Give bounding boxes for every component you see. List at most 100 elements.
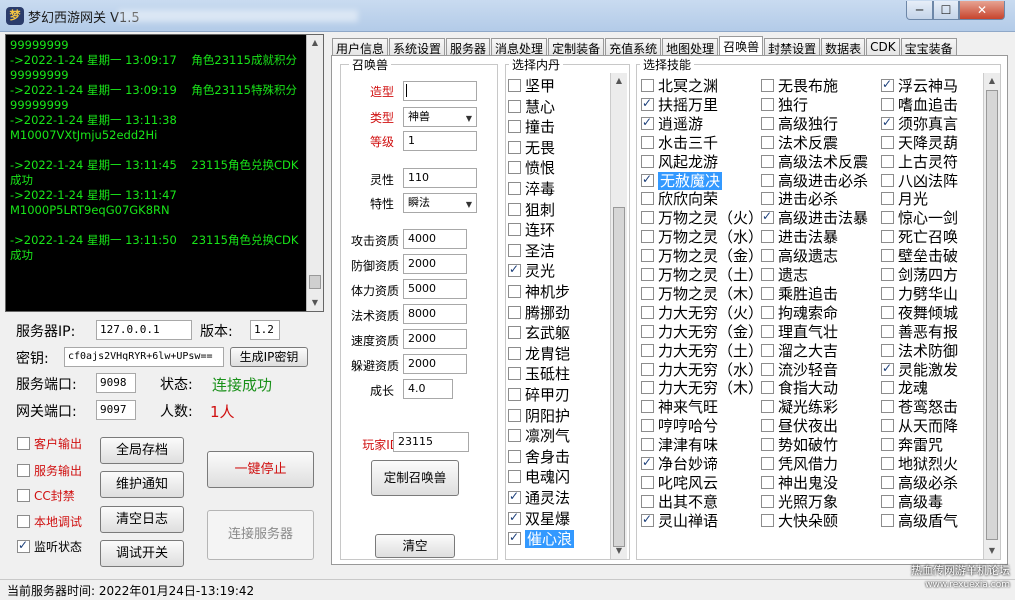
- checkbox-icon[interactable]: [881, 361, 894, 376]
- checkbox-icon[interactable]: [17, 464, 30, 477]
- checkbox-icon[interactable]: [881, 211, 894, 225]
- spirit-input[interactable]: 110: [403, 168, 477, 188]
- checkbox-icon[interactable]: [761, 209, 774, 225]
- checkbox-icon[interactable]: [17, 515, 30, 528]
- checkbox-icon[interactable]: [508, 429, 521, 443]
- list-item[interactable]: 苍鸾怒击: [881, 396, 958, 416]
- list-item[interactable]: 力大无穷（水）: [641, 359, 763, 379]
- list-item[interactable]: 善恶有报: [881, 321, 958, 341]
- list-item[interactable]: 遗志: [761, 264, 808, 284]
- checkbox-icon[interactable]: [881, 475, 894, 489]
- checkbox-icon[interactable]: [508, 305, 521, 319]
- list-item[interactable]: 圣洁: [508, 240, 555, 260]
- checkbox-icon[interactable]: [641, 343, 654, 357]
- list-item[interactable]: 力劈华山: [881, 283, 958, 303]
- checkbox-icon[interactable]: [761, 419, 774, 433]
- checkbox-icon[interactable]: [17, 538, 30, 553]
- list-item[interactable]: 法术防御: [881, 340, 958, 360]
- checkbox-icon[interactable]: [641, 475, 654, 489]
- neidan-scrollbar[interactable]: ▲ ▼: [610, 73, 627, 559]
- list-item[interactable]: 大快朵颐: [761, 510, 838, 530]
- list-item[interactable]: 电魂闪: [508, 466, 570, 486]
- checkbox-icon[interactable]: [641, 362, 654, 376]
- checkbox-icon[interactable]: [508, 223, 521, 237]
- option-checkbox[interactable]: 客户输出: [17, 435, 82, 452]
- list-item[interactable]: 万物之灵（木）: [641, 283, 763, 303]
- checkbox-icon[interactable]: [508, 530, 521, 546]
- list-item[interactable]: 高级毒: [881, 491, 943, 511]
- list-item[interactable]: 死亡召唤: [881, 226, 958, 246]
- scroll-thumb[interactable]: [309, 275, 321, 289]
- checkbox-icon[interactable]: [508, 326, 521, 340]
- list-item[interactable]: 玉砥柱: [508, 363, 570, 383]
- checkbox-icon[interactable]: [508, 120, 521, 134]
- list-item[interactable]: 神来气旺: [641, 396, 718, 416]
- list-item[interactable]: 高级法术反震: [761, 151, 868, 171]
- checkbox-icon[interactable]: [761, 79, 774, 92]
- checkbox-icon[interactable]: [761, 513, 774, 527]
- list-item[interactable]: 食指大动: [761, 377, 838, 397]
- checkbox-icon[interactable]: [761, 230, 774, 244]
- list-item[interactable]: 进击法暴: [761, 226, 838, 246]
- checkbox-icon[interactable]: [641, 438, 654, 452]
- speed-aptitude-input[interactable]: 2000: [403, 329, 467, 349]
- list-item[interactable]: 高级独行: [761, 113, 838, 133]
- checkbox-icon[interactable]: [641, 192, 654, 206]
- option-checkbox[interactable]: CC封禁: [17, 487, 75, 504]
- checkbox-icon[interactable]: [881, 400, 894, 414]
- growth-input[interactable]: 4.0: [403, 379, 453, 399]
- checkbox-icon[interactable]: [881, 286, 894, 300]
- list-item[interactable]: 神出鬼没: [761, 472, 838, 492]
- checkbox-icon[interactable]: [761, 494, 774, 508]
- list-item[interactable]: 进击必杀: [761, 188, 838, 208]
- list-item[interactable]: 势如破竹: [761, 434, 838, 454]
- list-item[interactable]: 月光: [881, 188, 928, 208]
- checkbox-icon[interactable]: [508, 161, 521, 175]
- connect-server-button[interactable]: 连接服务器: [207, 510, 314, 560]
- checkbox-icon[interactable]: [761, 305, 774, 319]
- checkbox-icon[interactable]: [761, 343, 774, 357]
- generate-key-button[interactable]: 生成IP密钥: [230, 347, 308, 367]
- checkbox-icon[interactable]: [881, 268, 894, 281]
- checkbox-icon[interactable]: [881, 192, 894, 206]
- checkbox-icon[interactable]: [508, 388, 521, 401]
- checkbox-icon[interactable]: [641, 79, 654, 92]
- checkbox-icon[interactable]: [641, 249, 654, 263]
- save-all-button[interactable]: 全局存档: [100, 437, 184, 464]
- list-item[interactable]: 腾挪劲: [508, 302, 570, 322]
- checkbox-icon[interactable]: [508, 285, 521, 298]
- option-checkbox[interactable]: 本地调试: [17, 513, 82, 530]
- checkbox-icon[interactable]: [881, 513, 894, 527]
- list-item[interactable]: 高级必杀: [881, 472, 958, 492]
- checkbox-icon[interactable]: [761, 457, 774, 470]
- list-item[interactable]: 理直气壮: [761, 321, 838, 341]
- dodge-aptitude-input[interactable]: 2000: [403, 354, 467, 374]
- list-item[interactable]: 溜之大吉: [761, 340, 838, 360]
- list-item[interactable]: 灵能激发: [881, 359, 958, 379]
- list-item[interactable]: 须弥真言: [881, 113, 958, 133]
- checkbox-icon[interactable]: [881, 135, 894, 149]
- gateway-port-input[interactable]: 9097: [96, 400, 136, 420]
- list-item[interactable]: 剑荡四方: [881, 264, 958, 284]
- defense-aptitude-input[interactable]: 2000: [403, 254, 467, 274]
- checkbox-icon[interactable]: [508, 367, 521, 381]
- list-item[interactable]: 凛冽气: [508, 425, 570, 445]
- checkbox-icon[interactable]: [761, 286, 774, 300]
- checkbox-icon[interactable]: [641, 381, 654, 395]
- list-item[interactable]: 无畏布施: [761, 75, 838, 95]
- list-item[interactable]: 法术反震: [761, 132, 838, 152]
- list-item[interactable]: 浮云神马: [881, 75, 958, 95]
- list-item[interactable]: 力大无穷（金）: [641, 321, 763, 341]
- list-item[interactable]: 龙魂: [881, 377, 928, 397]
- checkbox-icon[interactable]: [881, 494, 894, 508]
- checkbox-icon[interactable]: [761, 154, 774, 168]
- checkbox-icon[interactable]: [881, 249, 894, 263]
- list-item[interactable]: 慧心: [508, 96, 555, 116]
- key-input[interactable]: cf0ajs2VHqRYR+6lw+UPsw==: [64, 347, 224, 367]
- checkbox-icon[interactable]: [761, 381, 774, 395]
- scroll-up-icon[interactable]: ▲: [611, 73, 627, 89]
- list-item[interactable]: 力大无穷（木）: [641, 377, 763, 397]
- checkbox-icon[interactable]: [641, 172, 654, 187]
- server-port-input[interactable]: 9098: [96, 373, 136, 393]
- list-item[interactable]: 欣欣向荣: [641, 188, 718, 208]
